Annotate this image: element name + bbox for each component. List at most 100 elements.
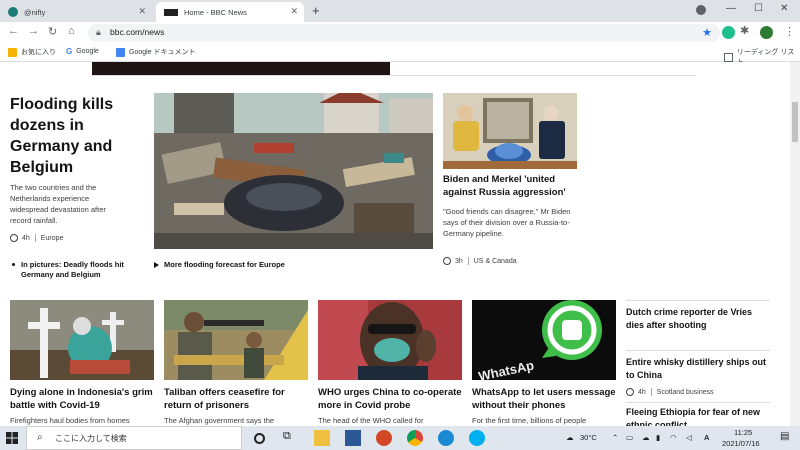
reload-icon[interactable]: ↻ <box>48 25 57 38</box>
close-window-icon[interactable]: ✕ <box>780 3 788 14</box>
divider <box>626 402 770 403</box>
taskbar-search-box[interactable]: ⌕ ここに入力して検索 <box>26 426 242 450</box>
biden-merkel-illustration <box>443 93 577 169</box>
clock-icon <box>10 234 18 242</box>
who-tedros-image[interactable] <box>318 300 462 380</box>
address-bar[interactable]: 🔒︎ bbc.com/news ★ <box>88 24 720 42</box>
folder-icon <box>8 47 17 57</box>
related-link-label: More flooding forecast for Europe <box>164 260 285 269</box>
toolbar: ← → ↻ ⌂ 🔒︎ bbc.com/news ★ ✱ ⋮ <box>0 22 800 44</box>
grid-headline[interactable]: WHO urges China to co-operate more in Co… <box>318 386 468 412</box>
extensions-puzzle-icon[interactable]: ✱ <box>740 24 753 37</box>
word-icon[interactable] <box>345 430 361 446</box>
bookmark-google[interactable]: G Google <box>66 47 99 56</box>
tab-nifty[interactable]: @nifty ✕ <box>0 2 152 22</box>
grid-summary: For the first time, billions of people <box>472 416 587 425</box>
page-scrollbar[interactable] <box>790 62 800 426</box>
divider <box>650 388 652 396</box>
side-section-link[interactable]: US & Canada <box>474 258 517 265</box>
divider <box>467 257 469 265</box>
tray-overflow-icon[interactable]: ⌃ <box>612 433 618 442</box>
lead-summary: The two countries and the Netherlands ex… <box>10 183 106 225</box>
battery-icon[interactable]: ▮ <box>656 433 660 442</box>
skype-icon[interactable] <box>469 430 485 446</box>
chrome-icon[interactable] <box>407 430 423 446</box>
maximize-icon[interactable]: ☐ <box>754 3 763 14</box>
back-icon[interactable]: ← <box>8 25 19 37</box>
scrollbar-thumb[interactable] <box>792 102 798 142</box>
close-tab-icon[interactable]: ✕ <box>290 6 298 17</box>
close-tab-icon[interactable]: ✕ <box>138 6 146 17</box>
right-list-section-link[interactable]: Scotland business <box>657 389 714 396</box>
right-list-headline[interactable]: Dutch crime reporter de Vries dies after… <box>626 306 771 332</box>
lead-section-link[interactable]: Europe <box>41 235 64 242</box>
whatsapp-image[interactable]: WhatsAp <box>472 300 616 380</box>
taliban-illustration <box>164 300 308 380</box>
lead-headline[interactable]: Flooding kills dozens in Germany and Bel… <box>10 94 140 178</box>
cortana-icon[interactable] <box>254 433 265 444</box>
whatsapp-illustration: WhatsAp <box>472 300 616 380</box>
related-link-pictures[interactable]: In pictures: Deadly floods hit Germany a… <box>12 260 152 280</box>
bookmark-favorites[interactable]: お気に入り <box>8 47 56 57</box>
cloud-sync-icon[interactable]: ☁ <box>642 433 650 442</box>
lead-time: 4h <box>22 234 30 242</box>
url-text[interactable]: bbc.com/news <box>110 27 164 37</box>
grid-headline[interactable]: WhatsApp to let users message without th… <box>472 386 622 412</box>
wifi-icon[interactable]: ◠ <box>670 433 677 442</box>
bookmark-label: Google ドキュメント <box>129 49 196 56</box>
grammarly-extension-icon[interactable] <box>722 26 735 39</box>
powerpoint-icon[interactable] <box>376 430 392 446</box>
new-tab-button[interactable]: + <box>312 3 320 18</box>
network-icon[interactable]: ▭ <box>626 433 633 442</box>
menu-kebab-icon[interactable]: ⋮ <box>784 25 795 38</box>
grid-summary: Firefighters haul bodies from homes <box>10 416 130 425</box>
top-image-strip[interactable] <box>92 62 390 75</box>
right-list-headline[interactable]: Fleeing Ethiopia for fear of new ethnic … <box>626 406 771 426</box>
flood-debris-image[interactable] <box>154 93 433 249</box>
tab-search-icon[interactable] <box>696 5 706 15</box>
profile-avatar[interactable] <box>760 26 773 39</box>
bookmarks-bar: お気に入り G Google Google ドキュメント リーディング リスト <box>0 44 800 66</box>
windows-start-icon[interactable] <box>6 432 18 444</box>
taliban-image[interactable] <box>164 300 308 380</box>
grid-headline[interactable]: Taliban offers ceasefire for return of p… <box>164 386 309 412</box>
notification-icon[interactable]: ▤ <box>780 431 789 442</box>
related-link-forecast-video[interactable]: More flooding forecast for Europe <box>154 260 304 270</box>
reading-list-icon <box>724 52 733 62</box>
home-icon[interactable]: ⌂ <box>68 25 75 37</box>
who-tedros-illustration <box>318 300 462 380</box>
tab-bar: @nifty ✕ Home - BBC News ✕ + — ☐ ✕ <box>0 0 800 22</box>
bbc-news-page: Flooding kills dozens in Germany and Bel… <box>0 62 790 426</box>
bullet-icon <box>12 263 15 266</box>
indonesia-covid-image[interactable] <box>10 300 154 380</box>
grid-summary: The head of the WHO called for <box>318 416 424 425</box>
bookmark-google-docs[interactable]: Google ドキュメント <box>116 47 196 57</box>
grid-summary: The Afghan government says the <box>164 416 275 425</box>
task-view-icon[interactable]: ⧉ <box>283 430 299 446</box>
play-icon <box>154 262 159 268</box>
file-explorer-icon[interactable] <box>314 430 330 446</box>
side-headline[interactable]: Biden and Merkel 'united against Russia … <box>443 173 583 199</box>
divider <box>92 75 696 76</box>
volume-icon[interactable]: ◁ <box>686 433 692 442</box>
bookmark-star-icon[interactable]: ★ <box>702 26 712 39</box>
clock-date[interactable]: 2021/07/16 <box>722 439 760 448</box>
grid-headline[interactable]: Dying alone in Indonesia's grim battle w… <box>10 386 160 412</box>
clock-icon <box>626 388 634 396</box>
weather-icon[interactable]: ☁ <box>566 433 574 442</box>
temperature[interactable]: 30°C <box>580 433 597 442</box>
tab-bbc-news[interactable]: Home - BBC News ✕ <box>156 2 304 22</box>
edge-icon[interactable] <box>438 430 454 446</box>
indonesia-covid-illustration <box>10 300 154 380</box>
clock-time[interactable]: 11:25 <box>734 428 752 437</box>
ime-indicator[interactable]: A <box>704 433 709 442</box>
divider <box>34 234 36 242</box>
lead-meta: 4h Europe <box>10 234 63 242</box>
lock-icon[interactable]: 🔒︎ <box>96 27 101 38</box>
forward-icon[interactable]: → <box>28 25 39 37</box>
biden-merkel-image[interactable] <box>443 93 577 169</box>
right-list-time: 4h <box>638 388 646 396</box>
minimize-icon[interactable]: — <box>726 3 736 14</box>
docs-icon <box>116 47 125 57</box>
right-list-headline[interactable]: Entire whisky distillery ships out to Ch… <box>626 356 771 382</box>
